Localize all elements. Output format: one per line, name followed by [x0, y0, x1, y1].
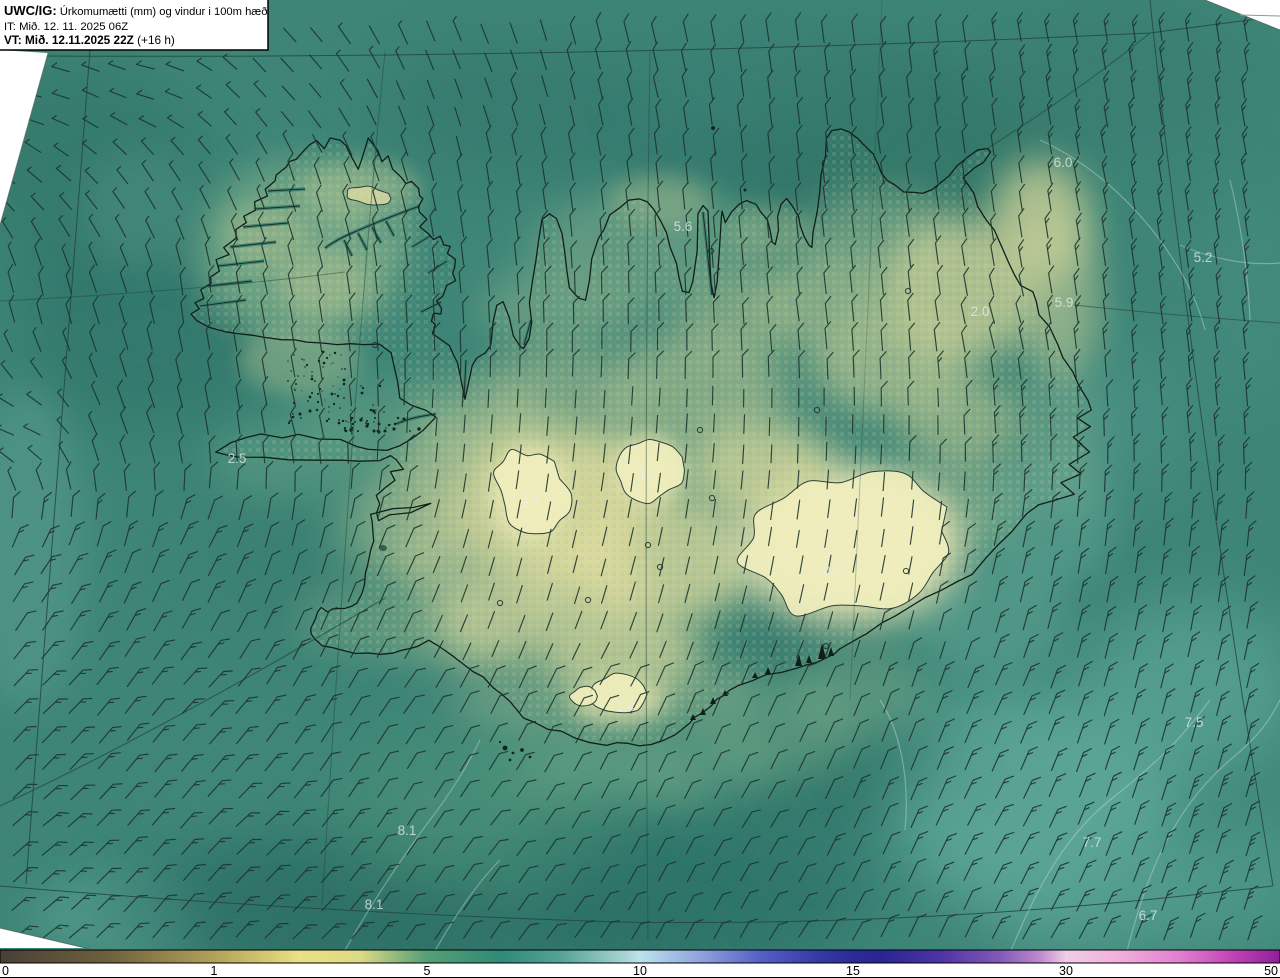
svg-text:5.2: 5.2 [1194, 250, 1213, 265]
svg-text:10: 10 [633, 964, 647, 978]
svg-text:50: 50 [1264, 964, 1278, 978]
svg-text:8.1: 8.1 [365, 897, 384, 912]
svg-text:0: 0 [2, 964, 9, 978]
svg-text:IT: Mið. 12. 11. 2025 06Z: IT: Mið. 12. 11. 2025 06Z [4, 21, 128, 33]
svg-text:5.9: 5.9 [1055, 295, 1074, 310]
svg-text:8.1: 8.1 [398, 823, 417, 838]
svg-text:1.2: 1.2 [639, 468, 658, 483]
svg-text:2.5: 2.5 [228, 451, 247, 466]
svg-text:5.6: 5.6 [674, 219, 693, 234]
svg-text:0.7: 0.7 [823, 563, 842, 578]
svg-text:7.5: 7.5 [1185, 715, 1204, 730]
svg-text:6.0: 6.0 [1054, 155, 1073, 170]
svg-text:2.0: 2.0 [971, 304, 990, 319]
svg-text:15: 15 [846, 964, 860, 978]
svg-text:30: 30 [1059, 964, 1073, 978]
svg-text:1.5: 1.5 [522, 491, 541, 506]
svg-text:VT: Mið. 12.11.2025 22Z (+16 h: VT: Mið. 12.11.2025 22Z (+16 h) [4, 33, 175, 47]
svg-text:1: 1 [211, 964, 218, 978]
svg-text:7.7: 7.7 [1083, 835, 1102, 850]
svg-text:1.4: 1.4 [616, 699, 635, 714]
svg-text:5: 5 [424, 964, 431, 978]
svg-text:UWC/IG: Úrkomumætti (mm) og vi: UWC/IG: Úrkomumætti (mm) og vindur i 100… [4, 3, 267, 18]
svg-text:6.7: 6.7 [1139, 908, 1158, 923]
